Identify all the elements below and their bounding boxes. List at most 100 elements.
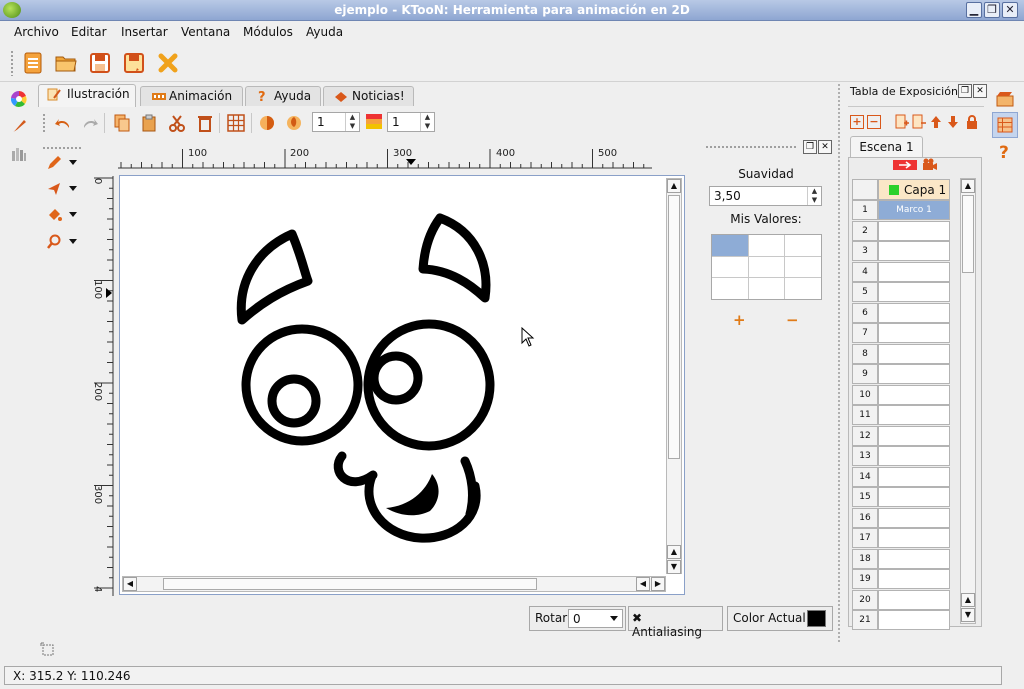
menu-ventana[interactable]: Ventana [181,25,230,39]
frame-cell[interactable] [878,507,950,528]
fill-bucket-icon[interactable] [46,207,62,223]
library-icon[interactable] [10,145,28,163]
pencil-tool-icon[interactable] [46,155,62,171]
close-project-icon[interactable] [157,52,179,74]
tab-ayuda[interactable]: ? Ayuda [245,86,321,106]
panel-grip[interactable] [705,145,797,149]
menu-archivo[interactable]: Archivo [14,25,59,39]
frame-cell[interactable] [878,589,950,610]
menu-ayuda[interactable]: Ayuda [306,25,343,39]
frame-cell[interactable] [878,548,950,569]
frame-cell[interactable] [878,282,950,302]
menu-modulos[interactable]: Módulos [243,25,293,39]
chevron-down-icon[interactable] [69,212,77,217]
undo-icon[interactable] [54,115,72,131]
frame-cell[interactable] [878,302,950,323]
tab-ilustracion[interactable]: Ilustración [38,84,136,107]
frame-icon[interactable] [40,642,56,658]
antialiasing-toggle[interactable]: ✖ Antialiasing [628,606,723,639]
rotate-combobox[interactable]: 0 [568,609,623,628]
smoothing-spinbox[interactable]: 3,50 ▲ ▼ [709,186,822,206]
open-folder-icon[interactable] [55,52,77,74]
scroll-left-button[interactable]: ◀ [636,577,650,591]
redo-icon[interactable] [81,115,99,131]
move-up-icon[interactable] [930,115,942,129]
scroll-thumb[interactable] [962,195,974,273]
toolbox-grip[interactable] [42,146,82,150]
delete-icon[interactable] [196,114,214,132]
frame-cell[interactable] [878,569,950,589]
grid-icon[interactable] [227,114,245,132]
float-panel-button[interactable]: ❐ [803,140,817,154]
chevron-down-icon[interactable] [610,616,618,621]
close-panel-button[interactable]: ✕ [973,84,987,98]
scroll-up-button[interactable]: ▲ [667,545,681,559]
menu-editar[interactable]: Editar [71,25,107,39]
frame-cell[interactable] [878,610,950,630]
layer-header[interactable]: Capa 1 [878,179,950,200]
onion-skin-icon[interactable] [258,114,276,132]
frame-cell[interactable] [878,220,950,241]
tab-noticias[interactable]: Noticias! [323,86,414,106]
character-drawing[interactable] [120,176,665,576]
add-value-button[interactable]: + [733,311,746,329]
scenes-icon[interactable] [996,90,1014,108]
color-palette-icon[interactable] [10,90,28,108]
canvas-horizontal-scrollbar[interactable]: ◀ ◀ ▶ [122,576,666,592]
spin-arrows[interactable]: ▲ ▼ [420,113,434,131]
close-panel-button[interactable]: ✕ [818,140,832,154]
scroll-up-button[interactable]: ▲ [961,593,975,607]
drawing-canvas[interactable]: ▲ ▲ ▼ ◀ ◀ ▶ [119,175,685,595]
onion-skin-previous-spinbox[interactable]: 1 ▲ ▼ [312,112,360,132]
frame-cell[interactable] [878,528,950,548]
frame-cell[interactable] [878,241,950,261]
exposure-vertical-scrollbar[interactable]: ▲ ▲ ▼ [960,178,976,624]
chevron-down-icon[interactable] [69,186,77,191]
scroll-left-button[interactable]: ◀ [123,577,137,591]
exposure-sheet-toggle[interactable] [992,112,1018,138]
close-window-button[interactable]: ✕ [1002,2,1018,18]
brush-icon[interactable] [10,117,28,135]
remove-layer-icon[interactable]: − [867,115,881,129]
lock-icon[interactable] [965,114,979,130]
cut-icon[interactable] [168,114,186,132]
frame-cell[interactable] [878,487,950,507]
toolbar-grip[interactable] [10,50,14,76]
move-down-icon[interactable] [947,115,959,129]
help-icon[interactable]: ? [999,143,1009,163]
frame-cell[interactable] [878,323,950,343]
frame-cell[interactable] [878,425,950,446]
onion-skin-next-spinbox[interactable]: 1 ▲ ▼ [387,112,435,132]
scroll-thumb[interactable] [163,578,537,590]
frame-cell[interactable] [878,261,950,282]
save-as-icon[interactable] [123,52,145,74]
canvas-vertical-scrollbar[interactable]: ▲ ▲ ▼ [666,178,682,574]
scroll-down-button[interactable]: ▼ [667,560,681,574]
paste-icon[interactable] [140,114,158,132]
copy-icon[interactable] [113,114,131,132]
tab-scene-1[interactable]: Escena 1 [850,136,923,157]
spin-arrows[interactable]: ▲ ▼ [345,113,359,131]
save-icon[interactable] [89,52,111,74]
frame-cell[interactable] [878,343,950,364]
frame-cell[interactable] [878,384,950,405]
tab-animacion[interactable]: Animación [140,86,243,106]
zoom-tool-icon[interactable] [46,234,62,250]
chevron-down-icon[interactable] [69,239,77,244]
add-layer-icon[interactable]: + [850,115,864,129]
remove-value-button[interactable]: − [786,311,799,329]
splitter-grip[interactable] [837,83,841,643]
my-values-table[interactable] [711,234,822,300]
new-document-icon[interactable] [22,52,44,74]
scroll-up-button[interactable]: ▲ [961,179,975,193]
scroll-up-button[interactable]: ▲ [667,179,681,193]
frame-cell[interactable] [878,405,950,425]
toolbar-grip[interactable] [42,113,46,133]
frame-cell[interactable] [878,364,950,384]
scroll-thumb[interactable] [668,195,680,459]
selection-tool-icon[interactable] [46,181,62,197]
scroll-right-button[interactable]: ▶ [651,577,665,591]
float-panel-button[interactable]: ❐ [958,84,972,98]
frame-cell[interactable] [878,446,950,466]
menu-insertar[interactable]: Insertar [121,25,168,39]
